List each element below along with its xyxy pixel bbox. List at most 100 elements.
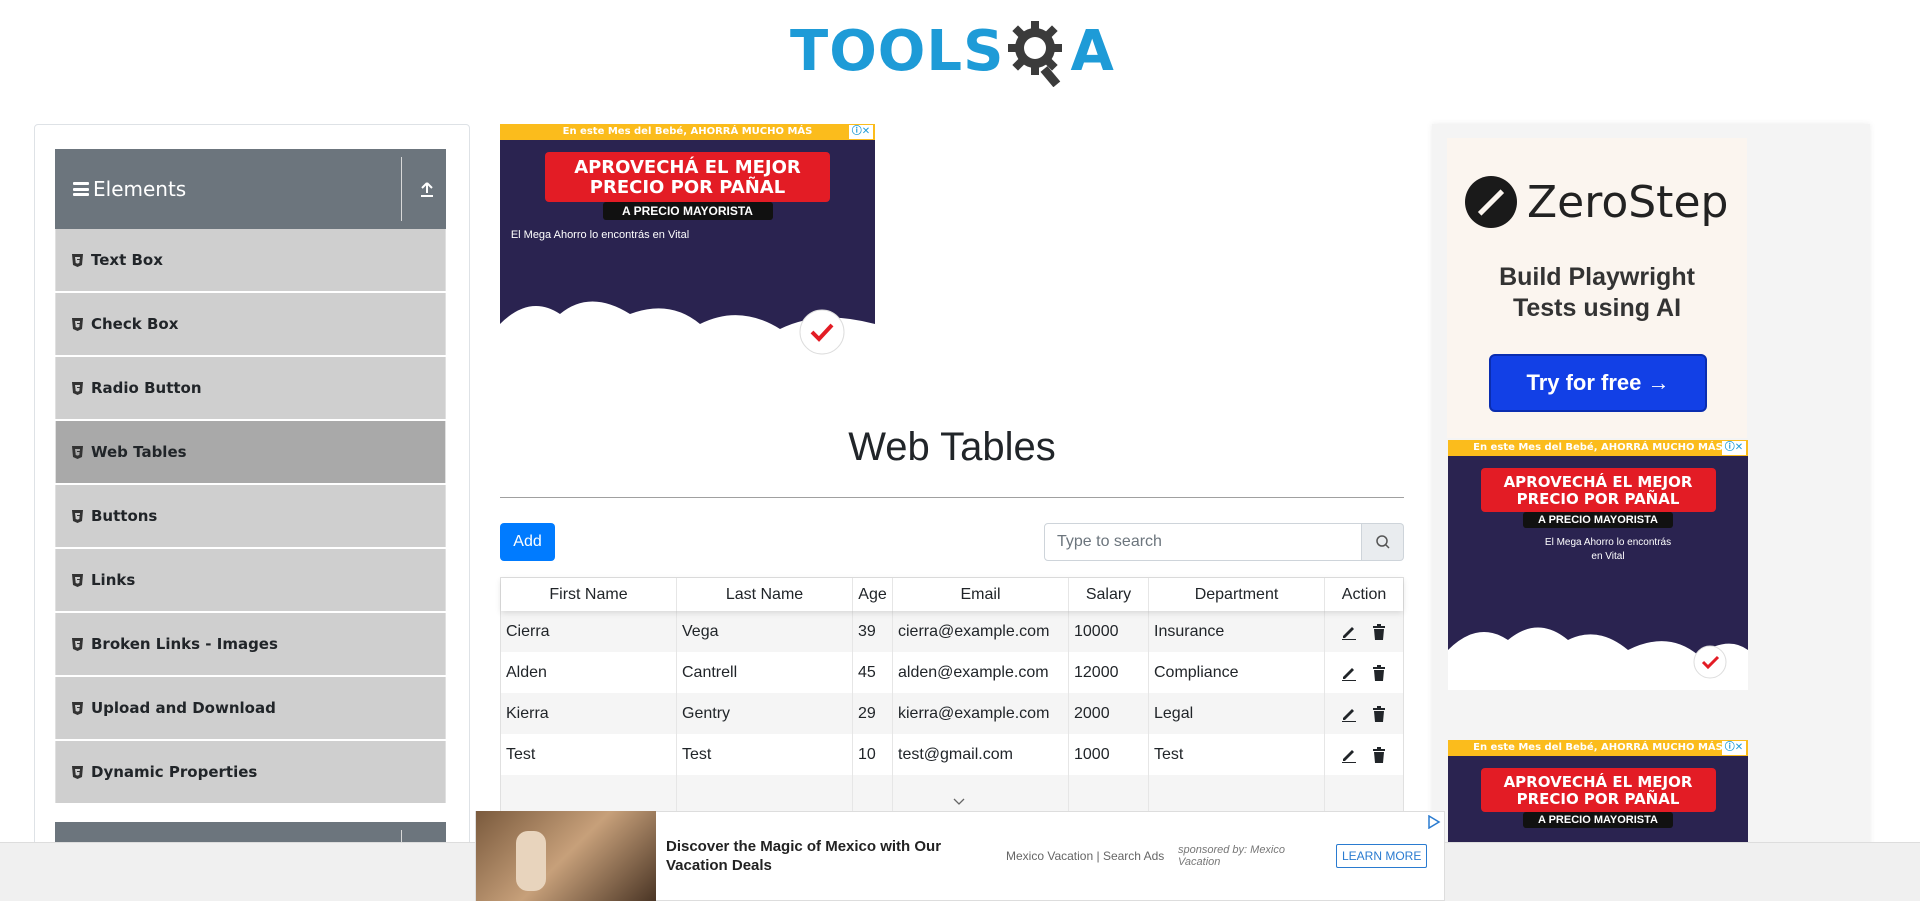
ad-headline: APROVECHÁ EL MEJOR PRECIO POR PAÑAL [545,152,830,202]
table-row: Cierra Vega 39 cierra@example.com 10000 … [501,611,1403,652]
cell-email: cierra@example.com [893,611,1069,652]
ad-banner-right-2[interactable]: En este Mes del Bebé, AHORRÁ MUCHO MÁS ⓘ… [1448,740,1748,842]
sidebar-item-links[interactable]: Links [55,549,446,611]
cell-department: Test [1149,734,1325,775]
cell-email: test@gmail.com [893,734,1069,775]
table-row: Alden Cantrell 45 alden@example.com 1200… [501,652,1403,693]
html5-icon [72,573,83,587]
title-divider [500,497,1404,498]
collapse-up-icon[interactable] [419,180,435,198]
toolsqa-logo[interactable]: TOOLS A [790,14,1115,90]
edit-icon[interactable] [1340,664,1358,682]
table-row-empty [501,775,1403,813]
sidebar-item-web-tables[interactable]: Web Tables [55,421,446,483]
cell-first-name: Kierra [501,693,677,734]
cell-first-name: Cierra [501,611,677,652]
sidebar-item-label: Check Box [91,315,179,333]
delete-icon[interactable] [1370,705,1388,723]
web-table: First Name Last Name Age Email Salary De… [500,577,1404,814]
empty-cell [893,775,1069,813]
column-header: Action [1341,585,1387,603]
cell-action [1325,693,1403,734]
html5-icon [72,765,83,779]
ad-strip-text: En este Mes del Bebé, AHORRÁ MUCHO MÁS [1473,442,1723,453]
try-for-free-button[interactable]: Try for free → [1489,354,1707,412]
html5-icon [72,253,83,267]
logo-text-a: A [1070,19,1115,84]
cell-action [1325,734,1403,775]
cell-age: 39 [853,611,893,652]
search-button[interactable] [1362,523,1404,561]
cell-age: 29 [853,693,893,734]
zerostep-ad[interactable]: ZeroStep Build Playwright Tests using AI… [1447,138,1747,438]
cell-last-name: Vega [677,611,853,652]
cell-first-name: Test [501,734,677,775]
sidebar-item-buttons[interactable]: Buttons [55,485,446,547]
delete-icon[interactable] [1370,623,1388,641]
add-record-button[interactable]: Add [500,523,555,561]
sidebar-item-upload-download[interactable]: Upload and Download [55,677,446,739]
learn-more-button[interactable]: LEARN MORE [1336,844,1428,868]
page-title: Web Tables [848,425,1056,469]
zerostep-tagline: Build Playwright Tests using AI [1447,262,1747,324]
column-header[interactable]: Last Name [677,578,853,611]
ad-body: El Mega Ahorro lo encontrás en Vital [1544,537,1672,562]
cell-salary: 12000 [1069,652,1149,693]
ad-headline[interactable]: Discover the Magic of Mexico with Our Va… [666,837,996,875]
column-header[interactable]: Department [1149,578,1325,611]
sidebar-group-title: Elements [93,177,187,201]
search-box [1044,523,1404,561]
column-header[interactable]: First Name [501,578,677,611]
table-header: First Name Last Name Age Email Salary De… [501,578,1403,611]
adchoices-icon[interactable] [1427,815,1441,829]
cell-email: alden@example.com [893,652,1069,693]
ad-banner-top[interactable]: En este Mes del Bebé, AHORRÁ MUCHO MÁS ⓘ… [500,124,875,364]
search-input[interactable] [1044,523,1362,561]
sidebar-menu: Text Box Check Box Radio Button Web Tabl… [55,229,446,805]
html5-icon [72,381,83,395]
column-header[interactable]: Salary [1069,578,1149,611]
cell-department: Legal [1149,693,1325,734]
empty-cell [1325,775,1403,813]
ad-close-icon[interactable]: ⓘ✕ [1722,441,1746,455]
zerostep-logo: ZeroStep [1465,176,1728,228]
sidebar-item-check-box[interactable]: Check Box [55,293,446,355]
sidebar-item-broken-links[interactable]: Broken Links - Images [55,613,446,675]
ad-headline: APROVECHÁ EL MEJOR PRECIO POR PAÑAL [1480,768,1716,812]
sponsored-ad[interactable]: Discover the Magic of Mexico with Our Va… [475,811,1445,901]
sidebar-item-label: Radio Button [91,379,202,397]
delete-icon[interactable] [1370,746,1388,764]
column-header[interactable]: Email [893,578,1069,611]
zerostep-logo-icon [1465,176,1517,228]
cell-department: Insurance [1149,611,1325,652]
empty-cell [501,775,677,813]
ad-cloud-graphic [500,301,875,364]
edit-icon[interactable] [1340,746,1358,764]
ad-close-icon[interactable]: ⓘ✕ [1722,741,1746,755]
chevron-down-icon[interactable] [953,797,965,807]
ad-sponsor: sponsored by: Mexico Vacation [1178,844,1285,868]
html5-icon [72,317,83,331]
edit-icon[interactable] [1340,705,1358,723]
empty-cell [677,775,853,813]
sidebar-group-elements[interactable]: Elements [55,149,446,229]
ad-strip: En este Mes del Bebé, AHORRÁ MUCHO MÁS ⓘ… [500,124,875,140]
column-header[interactable]: Age [853,578,893,611]
ad-close-icon[interactable]: ⓘ✕ [849,125,873,139]
ad-banner-right-1[interactable]: En este Mes del Bebé, AHORRÁ MUCHO MÁS ⓘ… [1448,440,1748,690]
html5-icon [72,445,83,459]
zerostep-tagline-2: Tests using AI [1512,294,1682,322]
cell-email: kierra@example.com [893,693,1069,734]
cell-salary: 1000 [1069,734,1149,775]
sidebar-item-dynamic-properties[interactable]: Dynamic Properties [55,741,446,803]
site-header: TOOLS A [0,0,1920,100]
cell-last-name: Cantrell [677,652,853,693]
cell-action [1325,652,1403,693]
sidebar-item-text-box[interactable]: Text Box [55,229,446,291]
sidebar-item-label: Web Tables [91,443,187,461]
delete-icon[interactable] [1370,664,1388,682]
ad-strip: En este Mes del Bebé, AHORRÁ MUCHO MÁS ⓘ… [1448,740,1748,756]
edit-icon[interactable] [1340,623,1358,641]
html5-icon [72,509,83,523]
sidebar-item-radio-button[interactable]: Radio Button [55,357,446,419]
